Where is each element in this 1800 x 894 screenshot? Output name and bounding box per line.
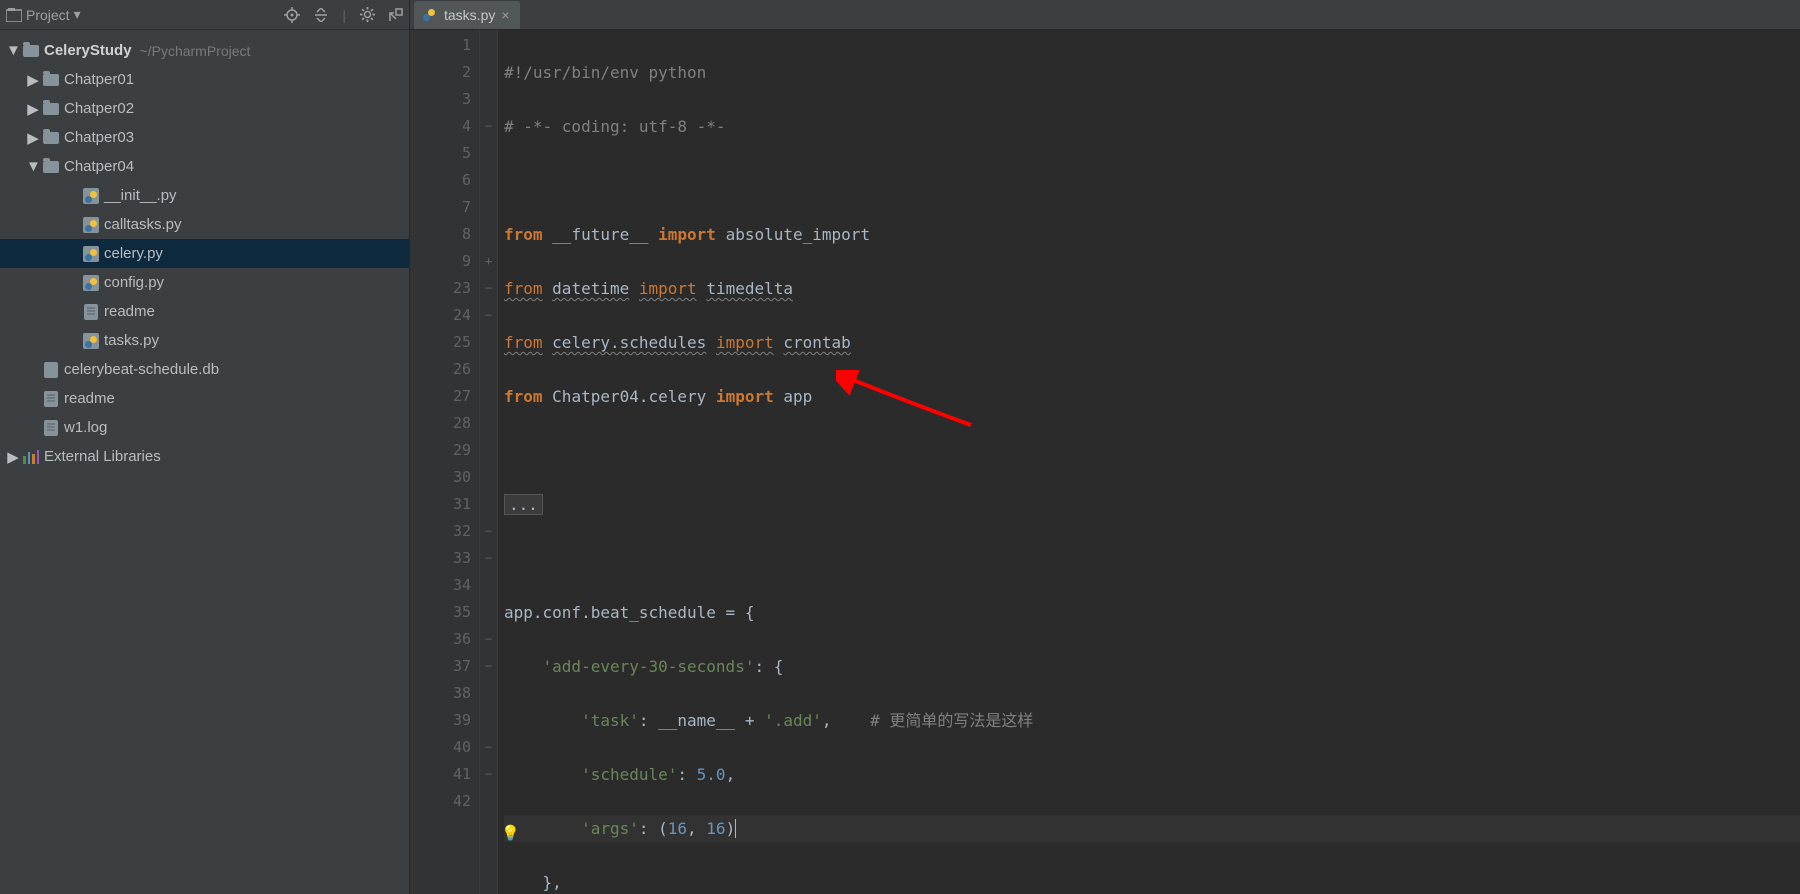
- code-content[interactable]: #!/usr/bin/env python # -*- coding: utf-…: [498, 30, 1800, 894]
- tree-external-libs[interactable]: ▶External Libraries: [0, 442, 409, 471]
- tree-file-selected[interactable]: celery.py: [0, 239, 409, 268]
- gear-icon[interactable]: [360, 7, 375, 22]
- tree-file[interactable]: readme: [0, 384, 409, 413]
- tree-folder[interactable]: ▶Chatper03: [0, 123, 409, 152]
- close-icon[interactable]: ×: [501, 7, 509, 23]
- tree-file[interactable]: readme: [0, 297, 409, 326]
- editor-tabbar: tasks.py ×: [410, 0, 1800, 30]
- tree-root-hint: ~/PycharmProject: [132, 43, 251, 59]
- project-sidebar: Project ▾ | ▼: [0, 0, 410, 894]
- tree-folder-open[interactable]: ▼Chatper04: [0, 152, 409, 181]
- hide-icon[interactable]: [389, 8, 403, 22]
- project-tree[interactable]: ▼ CeleryStudy ~/PycharmProject ▶Chatper0…: [0, 30, 409, 477]
- editor-area: tasks.py × 12345678923242526272829303132…: [410, 0, 1800, 894]
- tree-file[interactable]: celerybeat-schedule.db: [0, 355, 409, 384]
- target-icon[interactable]: [284, 7, 300, 23]
- python-file-icon: [422, 7, 438, 23]
- tree-file[interactable]: config.py: [0, 268, 409, 297]
- sidebar-header: Project ▾ |: [0, 0, 409, 30]
- tree-root-label: CeleryStudy: [42, 42, 132, 59]
- chevron-down-icon[interactable]: ▾: [74, 6, 81, 23]
- fold-gutter[interactable]: −+−−−−−−−−: [480, 30, 498, 894]
- editor-tab[interactable]: tasks.py ×: [414, 1, 520, 29]
- tree-folder[interactable]: ▶Chatper01: [0, 65, 409, 94]
- tree-file[interactable]: calltasks.py: [0, 210, 409, 239]
- tree-root[interactable]: ▼ CeleryStudy ~/PycharmProject: [0, 36, 409, 65]
- line-number-gutter: 1234567892324252627282930313233343536373…: [410, 30, 480, 894]
- intention-bulb-icon[interactable]: 💡: [501, 820, 520, 847]
- sidebar-title: Project: [26, 7, 70, 23]
- app-root: Project ▾ | ▼: [0, 0, 1800, 894]
- tree-file[interactable]: w1.log: [0, 413, 409, 442]
- tree-file[interactable]: tasks.py: [0, 326, 409, 355]
- tree-file[interactable]: __init__.py: [0, 181, 409, 210]
- project-tool-icon[interactable]: [6, 8, 22, 22]
- code-viewport[interactable]: 1234567892324252627282930313233343536373…: [410, 30, 1800, 894]
- tree-folder[interactable]: ▶Chatper02: [0, 94, 409, 123]
- tab-label: tasks.py: [444, 7, 495, 23]
- collapse-all-icon[interactable]: [314, 8, 328, 22]
